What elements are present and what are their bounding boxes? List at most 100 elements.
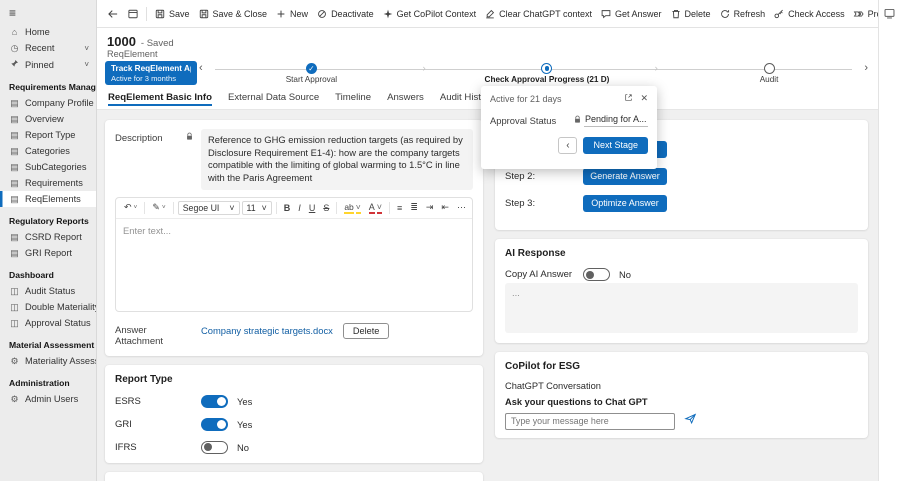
sidebar-item-gri-report[interactable]: ▤ GRI Report — [0, 245, 96, 261]
esrs-toggle[interactable] — [201, 394, 228, 408]
form-selector-button[interactable] — [123, 5, 143, 23]
pop-out-icon[interactable] — [624, 93, 633, 104]
outdent-button[interactable]: ⇤ — [438, 201, 452, 214]
process-flow-icon — [853, 8, 865, 20]
tab-timeline[interactable]: Timeline — [335, 92, 371, 103]
underline-button[interactable]: U — [306, 202, 319, 214]
sidebar-item-label: Audit Status — [25, 286, 76, 296]
sidebar-item-recent[interactable]: ◷ Recent ˅ — [0, 40, 96, 56]
sidebar-item-company-profile[interactable]: ▤ Company Profile — [0, 95, 96, 111]
highlight-color-button[interactable]: ab ˅ — [341, 201, 363, 215]
close-icon[interactable]: ✕ — [640, 93, 648, 104]
deactivate-button[interactable]: Deactivate — [312, 5, 378, 23]
tab-external-data-source[interactable]: External Data Source — [228, 92, 319, 103]
back-button[interactable] — [103, 5, 123, 23]
attachment-delete-button[interactable]: Delete — [342, 322, 390, 339]
numbered-list-button[interactable]: ≣ — [407, 201, 421, 214]
check-access-button[interactable]: Check Access — [769, 5, 849, 23]
font-size-select[interactable]: 11 ˅ — [241, 200, 272, 215]
sidebar-item-overview[interactable]: ▤ Overview — [0, 111, 96, 127]
indent-button[interactable]: ⇥ — [423, 201, 437, 214]
app-sidebar: ≡ ⌂ Home ◷ Recent ˅ Pinned ˅ Requirement… — [0, 0, 97, 481]
get-copilot-context-button[interactable]: Get CoPilot Context — [378, 5, 481, 23]
tab-reqelement-basic-info[interactable]: ReqElement Basic Info — [108, 92, 212, 106]
plus-icon — [275, 8, 287, 20]
bpf-stage-check-approval-progress[interactable]: Check Approval Progress (21 D) — [457, 63, 637, 84]
sidebar-item-requirements[interactable]: ▤ Requirements — [0, 175, 96, 191]
sidebar-section-regulatory-reports: Regulatory Reports — [9, 216, 89, 226]
sidebar-item-label: Double Materiality R... — [25, 302, 96, 312]
sidebar-item-materiality-assessment[interactable]: ⚙ Materiality Assessme... — [0, 353, 96, 369]
sidebar-item-label: SubCategories — [25, 162, 87, 172]
sidebar-item-home[interactable]: ⌂ Home — [0, 24, 96, 40]
strikethrough-button[interactable]: S — [320, 202, 332, 214]
chatgpt-conversation-label: ChatGPT Conversation — [505, 381, 601, 391]
bpf-stage-audit[interactable]: Audit — [679, 63, 859, 84]
sidebar-item-double-materiality[interactable]: ◫ Double Materiality R... — [0, 299, 96, 315]
sidebar-item-approval-status[interactable]: ◫ Approval Status — [0, 315, 96, 331]
lock-icon — [186, 132, 193, 144]
process-button[interactable]: Process — [849, 5, 878, 23]
sidebar-item-report-type[interactable]: ▤ Report Type — [0, 127, 96, 143]
feedback-pane-icon[interactable] — [879, 7, 900, 20]
gri-toggle[interactable] — [201, 417, 228, 431]
undo-button[interactable]: ↶ ˅ — [121, 201, 140, 214]
back-arrow-icon — [107, 8, 119, 20]
delete-button[interactable]: Delete — [666, 5, 715, 23]
table-icon: ▤ — [10, 247, 19, 258]
hamburger-menu-icon[interactable]: ≡ — [0, 0, 96, 24]
sidebar-item-label: Recent — [25, 43, 55, 53]
optimize-answer-button[interactable]: Optimize Answer — [583, 195, 667, 212]
new-button[interactable]: New — [271, 5, 312, 23]
italic-button[interactable]: I — [295, 202, 304, 214]
send-icon[interactable] — [684, 412, 697, 430]
step-3-label: Step 3: — [505, 198, 536, 209]
sidebar-item-label: Approval Status — [25, 318, 91, 328]
gear-icon: ⚙ — [10, 393, 19, 404]
bullet-list-button[interactable]: ≡ — [394, 202, 405, 214]
bpf-scroll-right-icon[interactable]: › — [864, 63, 868, 74]
clock-icon: ◷ — [10, 42, 19, 53]
sidebar-item-audit-status[interactable]: ◫ Audit Status — [0, 283, 96, 299]
sidebar-item-label: GRI Report — [25, 248, 73, 258]
refresh-button[interactable]: Refresh — [715, 5, 770, 23]
sidebar-item-subcategories[interactable]: ▤ SubCategories — [0, 159, 96, 175]
sidebar-item-label: Home — [25, 27, 50, 37]
step-2-label: Step 2: — [505, 171, 536, 182]
chatgpt-message-input[interactable] — [505, 412, 675, 430]
rich-text-input[interactable]: Enter text... — [116, 219, 472, 311]
bpf-scroll-left-icon[interactable]: ‹ — [199, 63, 203, 74]
generate-answer-button[interactable]: Generate Answer — [583, 168, 667, 185]
esrs-label: ESRS — [115, 395, 141, 407]
format-painter-button[interactable]: ✎ ˅ — [149, 201, 168, 214]
sidebar-item-admin-users[interactable]: ⚙ Admin Users — [0, 391, 96, 407]
sidebar-item-pinned[interactable]: Pinned ˅ — [0, 56, 96, 73]
tab-answers[interactable]: Answers — [387, 92, 424, 103]
home-icon: ⌂ — [11, 26, 18, 37]
sidebar-item-reqelements[interactable]: ▤ ReqElements — [0, 191, 96, 207]
get-answer-button[interactable]: Get Answer — [596, 5, 666, 23]
ai-response-text-area[interactable]: ... — [505, 283, 858, 333]
sidebar-item-categories[interactable]: ▤ Categories — [0, 143, 96, 159]
divider — [172, 201, 174, 214]
next-stage-button[interactable]: Next Stage — [583, 137, 648, 154]
copy-ai-answer-toggle[interactable] — [583, 268, 610, 281]
toolbar-overflow-button[interactable]: ⋯ — [454, 201, 469, 214]
clear-chatgpt-context-button[interactable]: Clear ChatGPT context — [480, 5, 596, 23]
save-button[interactable]: Save — [150, 5, 194, 23]
approval-status-value[interactable]: Pending for A... — [584, 113, 648, 127]
business-process-flow: Track ReqElement Appro... Active for 3 m… — [105, 61, 870, 85]
ai-response-heading: AI Response — [505, 248, 566, 259]
save-and-close-button[interactable]: Save & Close — [194, 5, 272, 23]
font-family-select[interactable]: Segoe UI ˅ — [177, 200, 240, 215]
ifrs-toggle[interactable] — [201, 440, 228, 454]
bpf-process-pill[interactable]: Track ReqElement Appro... Active for 3 m… — [105, 61, 197, 85]
font-color-button[interactable]: A ˅ — [366, 201, 385, 215]
sidebar-item-csrd-report[interactable]: ▤ CSRD Report — [0, 229, 96, 245]
attachment-file-link[interactable]: Company strategic targets.docx — [201, 325, 333, 336]
chevron-down-icon: ˅ — [133, 204, 138, 212]
previous-stage-button[interactable]: ‹ — [558, 137, 578, 154]
bpf-stage-start-approval[interactable]: ✓ Start Approval — [221, 63, 401, 84]
pin-icon — [9, 59, 20, 70]
bold-button[interactable]: B — [281, 202, 294, 214]
